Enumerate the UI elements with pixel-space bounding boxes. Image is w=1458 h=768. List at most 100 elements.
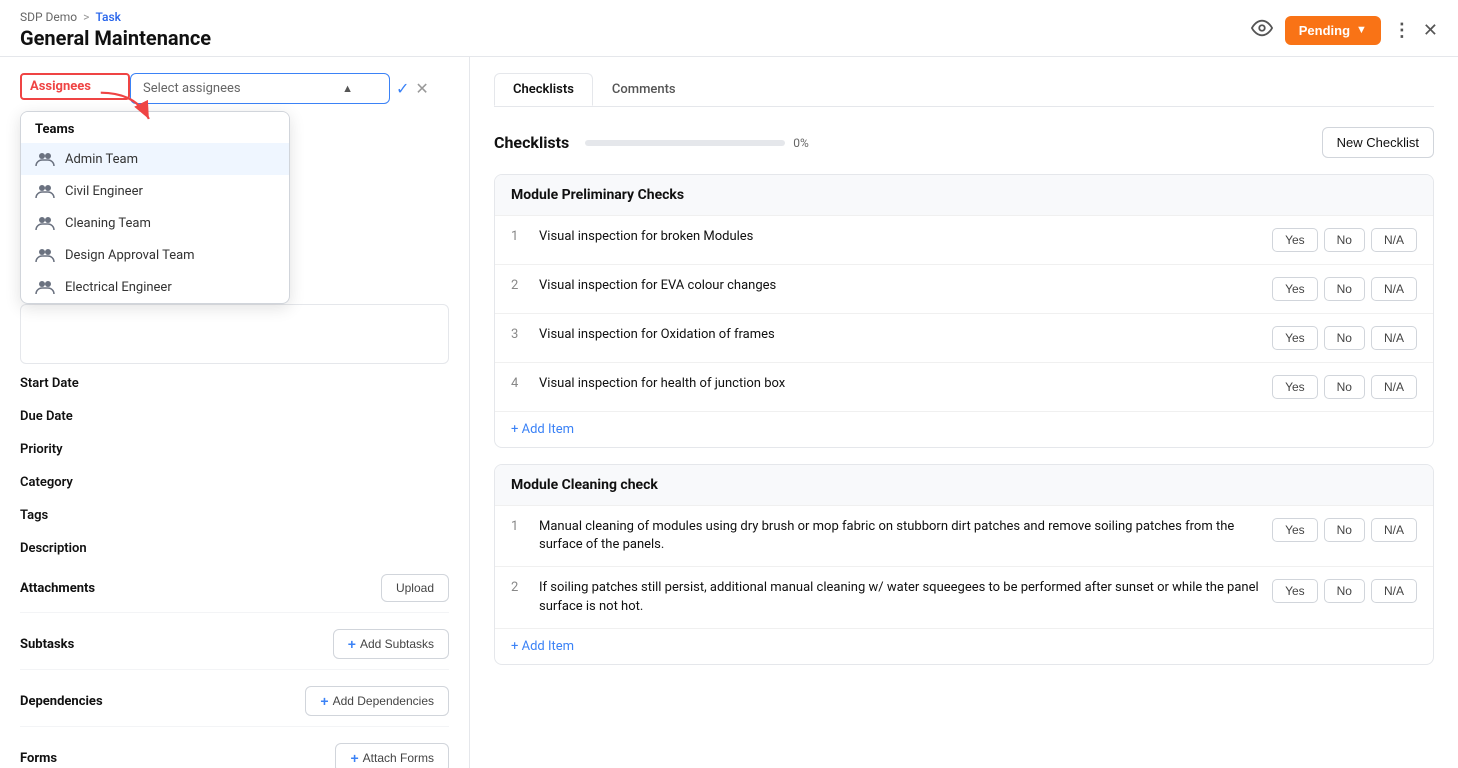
- right-panel: Checklists Comments Checklists 0%: [470, 57, 1458, 768]
- add-dependencies-button[interactable]: + Add Dependencies: [305, 686, 449, 716]
- yes-button[interactable]: Yes: [1272, 228, 1318, 252]
- checklist-item: 4 Visual inspection for health of juncti…: [495, 362, 1433, 411]
- no-button[interactable]: No: [1324, 326, 1365, 350]
- yes-button[interactable]: Yes: [1272, 518, 1318, 542]
- team-icon: [35, 215, 55, 231]
- chevron-down-icon: ▼: [1356, 24, 1367, 36]
- description-box[interactable]: [20, 304, 449, 364]
- tags-row: Tags: [20, 508, 449, 523]
- breadcrumb: SDP Demo > Task: [20, 10, 211, 24]
- breadcrumb-current[interactable]: Task: [95, 10, 120, 24]
- dropdown-item-design-approval[interactable]: Design Approval Team: [21, 239, 289, 271]
- attach-forms-button[interactable]: + Attach Forms: [335, 743, 449, 768]
- subtasks-section: Subtasks + Add Subtasks: [20, 629, 449, 670]
- item-num: 3: [511, 326, 527, 342]
- select-actions: ✓ ✕: [396, 79, 429, 98]
- no-button[interactable]: No: [1324, 375, 1365, 399]
- checklists-header: Checklists 0% New Checklist: [494, 127, 1434, 158]
- add-dependencies-label: Add Dependencies: [333, 694, 434, 708]
- attach-forms-label: Attach Forms: [363, 751, 434, 765]
- header-right: Pending ▼ ⋮ ✕: [1251, 16, 1438, 45]
- dropdown-item-electrical-engineer[interactable]: Electrical Engineer: [21, 271, 289, 303]
- na-button[interactable]: N/A: [1371, 326, 1417, 350]
- new-checklist-button[interactable]: New Checklist: [1322, 127, 1434, 158]
- no-button[interactable]: No: [1324, 579, 1365, 603]
- start-date-label: Start Date: [20, 376, 130, 391]
- item-actions: Yes No N/A: [1272, 579, 1417, 603]
- plus-icon: +: [350, 750, 358, 766]
- page-title: General Maintenance: [20, 26, 211, 50]
- yes-button[interactable]: Yes: [1272, 326, 1318, 350]
- checklist-item: 2 If soiling patches still persist, addi…: [495, 566, 1433, 627]
- team-icon: [35, 183, 55, 199]
- checklist-item: 3 Visual inspection for Oxidation of fra…: [495, 313, 1433, 362]
- breadcrumb-root[interactable]: SDP Demo: [20, 10, 77, 24]
- category-row: Category: [20, 475, 449, 490]
- no-button[interactable]: No: [1324, 518, 1365, 542]
- item-actions: Yes No N/A: [1272, 228, 1417, 252]
- dropdown-item-admin-team[interactable]: Admin Team: [21, 143, 289, 175]
- dropdown-item-cleaning-team[interactable]: Cleaning Team: [21, 207, 289, 239]
- item-actions: Yes No N/A: [1272, 375, 1417, 399]
- yes-button[interactable]: Yes: [1272, 579, 1318, 603]
- description-row: Description: [20, 541, 449, 556]
- yes-button[interactable]: Yes: [1272, 277, 1318, 301]
- no-button[interactable]: No: [1324, 228, 1365, 252]
- eye-icon[interactable]: [1251, 17, 1273, 44]
- item-actions: Yes No N/A: [1272, 277, 1417, 301]
- checklists-title: Checklists: [494, 133, 569, 152]
- forms-label: Forms: [20, 751, 57, 766]
- team-icon: [35, 247, 55, 263]
- na-button[interactable]: N/A: [1371, 375, 1417, 399]
- team-icon: [35, 151, 55, 167]
- na-button[interactable]: N/A: [1371, 277, 1417, 301]
- more-options-icon[interactable]: ⋮: [1393, 20, 1411, 41]
- na-button[interactable]: N/A: [1371, 579, 1417, 603]
- select-placeholder: Select assignees: [143, 81, 241, 96]
- item-text: Visual inspection for health of junction…: [539, 375, 1260, 393]
- tabs: Checklists Comments: [494, 73, 1434, 107]
- add-subtasks-button[interactable]: + Add Subtasks: [333, 629, 449, 659]
- item-actions: Yes No N/A: [1272, 518, 1417, 542]
- main-layout: Assignees Select assignees ▲ ✓ ✕: [0, 57, 1458, 768]
- priority-row: Priority: [20, 442, 449, 457]
- confirm-icon[interactable]: ✓: [396, 79, 409, 98]
- dropdown-section-teams: Teams: [21, 112, 289, 143]
- dropdown-item-label: Cleaning Team: [65, 216, 151, 231]
- assignees-select[interactable]: Select assignees ▲: [130, 73, 390, 104]
- close-icon[interactable]: ✕: [1423, 20, 1438, 41]
- select-chevron-icon: ▲: [342, 82, 353, 95]
- item-num: 2: [511, 277, 527, 293]
- yes-button[interactable]: Yes: [1272, 375, 1318, 399]
- item-text: Visual inspection for EVA colour changes: [539, 277, 1260, 295]
- due-date-row: Due Date: [20, 409, 449, 424]
- assignees-content: Select assignees ▲ ✓ ✕ Teams: [130, 73, 449, 104]
- attachments-label: Attachments: [20, 581, 95, 596]
- item-num: 1: [511, 518, 527, 534]
- item-actions: Yes No N/A: [1272, 326, 1417, 350]
- description-label: Description: [20, 541, 130, 556]
- no-button[interactable]: No: [1324, 277, 1365, 301]
- item-num: 2: [511, 579, 527, 595]
- item-num: 4: [511, 375, 527, 391]
- cancel-icon[interactable]: ✕: [415, 79, 428, 98]
- dropdown-item-label: Civil Engineer: [65, 184, 143, 199]
- assignees-label: Assignees: [20, 73, 130, 100]
- add-item-preliminary[interactable]: + Add Item: [495, 411, 1433, 447]
- priority-label: Priority: [20, 442, 130, 457]
- add-item-cleaning[interactable]: + Add Item: [495, 628, 1433, 664]
- dropdown-scroll[interactable]: Admin Team Civil En: [21, 143, 289, 303]
- tab-comments[interactable]: Comments: [593, 73, 695, 106]
- section-header-preliminary: Module Preliminary Checks: [495, 175, 1433, 215]
- na-button[interactable]: N/A: [1371, 228, 1417, 252]
- select-wrapper: Select assignees ▲ ✓ ✕: [130, 73, 449, 104]
- category-label: Category: [20, 475, 130, 490]
- section-header-cleaning: Module Cleaning check: [495, 465, 1433, 505]
- upload-button[interactable]: Upload: [381, 574, 449, 602]
- item-text: If soiling patches still persist, additi…: [539, 579, 1260, 615]
- tab-checklists[interactable]: Checklists: [494, 73, 593, 106]
- na-button[interactable]: N/A: [1371, 518, 1417, 542]
- plus-icon: +: [320, 693, 328, 709]
- dropdown-item-civil-engineer[interactable]: Civil Engineer: [21, 175, 289, 207]
- pending-button[interactable]: Pending ▼: [1285, 16, 1381, 45]
